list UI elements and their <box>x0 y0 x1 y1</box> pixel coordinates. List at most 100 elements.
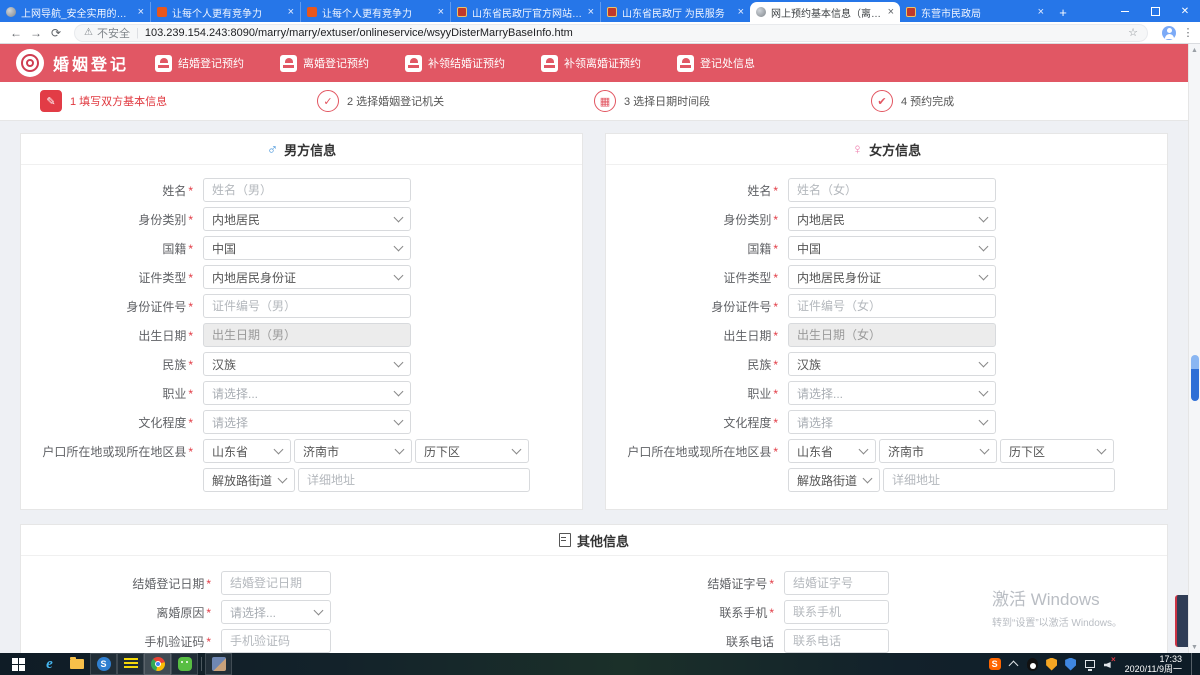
tab-close-icon[interactable]: × <box>888 6 894 18</box>
select-field[interactable]: 内地居民身份证 <box>788 265 996 289</box>
360-safe-icon[interactable] <box>1064 657 1078 671</box>
floating-side-widget[interactable] <box>1175 595 1188 647</box>
360-shield-icon[interactable] <box>1045 657 1059 671</box>
select-field[interactable]: 请选择 <box>203 410 411 434</box>
browser-tab[interactable]: 山东省民政厅 为民服务× <box>600 2 750 22</box>
scroll-up-icon[interactable]: ▲ <box>1189 44 1200 56</box>
reload-button[interactable]: ⟳ <box>46 26 66 40</box>
nav-item[interactable]: 离婚登记预约 <box>280 55 369 72</box>
text-input[interactable] <box>221 629 331 653</box>
taskbar-internet-explorer[interactable]: e <box>36 653 63 675</box>
text-input[interactable] <box>784 629 889 653</box>
select-field[interactable]: 内地居民 <box>788 207 996 231</box>
back-button[interactable]: ← <box>6 26 26 40</box>
select-field[interactable]: 请选择... <box>221 600 331 624</box>
taskbar-clock[interactable]: 17:33 2020/11/9周一 <box>1125 654 1182 675</box>
new-tab-button[interactable]: + <box>1050 2 1076 22</box>
select-field[interactable]: 解放路街道 <box>203 468 295 492</box>
browser-tab[interactable]: 让每个人更有竞争力× <box>150 2 300 22</box>
nav-item[interactable]: 登记处信息 <box>677 55 755 72</box>
text-input[interactable] <box>784 571 889 595</box>
scrollbar-thumb[interactable] <box>1191 355 1199 401</box>
select-field[interactable]: 中国 <box>788 236 996 260</box>
nav-item[interactable]: 补领离婚证预约 <box>541 55 641 72</box>
taskbar-wechat[interactable] <box>171 653 198 675</box>
field-controls: 山东省济南市历下区 <box>203 439 529 463</box>
nav-item[interactable]: 补领结婚证预约 <box>405 55 505 72</box>
qq-icon[interactable] <box>1026 657 1040 671</box>
hidden-icons-chevron-icon[interactable] <box>1007 657 1021 671</box>
select-value: 请选择 <box>797 414 833 431</box>
required-asterisk: * <box>206 577 211 591</box>
taskbar-file-explorer[interactable] <box>63 653 90 675</box>
select-field[interactable]: 内地居民身份证 <box>203 265 411 289</box>
wechat-icon <box>178 657 192 671</box>
text-input[interactable] <box>788 178 996 202</box>
browser-tab[interactable]: 让每个人更有竞争力× <box>300 2 450 22</box>
url-text[interactable]: 103.239.154.243:8090/marry/marry/extuser… <box>145 27 1122 39</box>
check-icon: ✓ <box>317 90 339 112</box>
select-field[interactable]: 汉族 <box>203 352 411 376</box>
browser-tab[interactable]: 上网导航_安全实用的网址大全× <box>0 2 150 22</box>
select-field[interactable]: 请选择... <box>788 381 996 405</box>
text-input[interactable] <box>784 600 889 624</box>
select-field[interactable]: 山东省 <box>788 439 876 463</box>
select-value: 山东省 <box>797 443 833 460</box>
select-value: 历下区 <box>1009 443 1045 460</box>
minimize-button[interactable] <box>1110 0 1140 22</box>
nav-item[interactable]: 结婚登记预约 <box>155 55 244 72</box>
maximize-button[interactable] <box>1140 0 1170 22</box>
tab-close-icon[interactable]: × <box>588 6 594 18</box>
text-input[interactable] <box>203 294 411 318</box>
select-field[interactable]: 历下区 <box>1000 439 1114 463</box>
taskbar-sogou-browser[interactable]: S <box>90 653 117 675</box>
select-field[interactable]: 请选择... <box>203 381 411 405</box>
select-field[interactable]: 济南市 <box>294 439 412 463</box>
forward-button[interactable]: → <box>26 26 46 40</box>
select-field[interactable]: 历下区 <box>415 439 529 463</box>
taskbar-chrome[interactable] <box>144 653 171 675</box>
select-field[interactable]: 山东省 <box>203 439 291 463</box>
text-input[interactable] <box>298 468 530 492</box>
text-input[interactable] <box>883 468 1115 492</box>
tab-close-icon[interactable]: × <box>738 6 744 18</box>
network-icon[interactable] <box>1083 657 1097 671</box>
close-button[interactable]: ✕ <box>1170 0 1200 22</box>
security-label[interactable]: 不安全 <box>97 25 130 41</box>
start-button[interactable] <box>0 653 36 675</box>
step-label: 2 选择婚姻登记机关 <box>347 93 444 109</box>
select-field[interactable]: 济南市 <box>879 439 997 463</box>
text-input[interactable] <box>203 178 411 202</box>
text-input[interactable] <box>221 571 331 595</box>
volume-muted-icon[interactable] <box>1102 657 1116 671</box>
tab-close-icon[interactable]: × <box>1038 6 1044 18</box>
browser-menu-icon[interactable]: ⋮ <box>1182 26 1194 39</box>
select-field[interactable]: 请选择 <box>788 410 996 434</box>
select-field[interactable]: 中国 <box>203 236 411 260</box>
show-desktop-button[interactable] <box>1191 653 1196 675</box>
logo-rings <box>21 54 39 72</box>
text-input[interactable] <box>788 294 996 318</box>
field-label: 结婚登记日期* <box>21 575 221 592</box>
required-asterisk: * <box>769 606 774 620</box>
tab-close-icon[interactable]: × <box>138 6 144 18</box>
sogou-input-icon[interactable]: S <box>988 657 1002 671</box>
tab-close-icon[interactable]: × <box>288 6 294 18</box>
profile-avatar[interactable] <box>1162 26 1176 40</box>
scroll-down-icon[interactable]: ▼ <box>1189 641 1200 653</box>
select-field[interactable]: 内地居民 <box>203 207 411 231</box>
address-bar[interactable]: ⚠ 不安全 | 103.239.154.243:8090/marry/marry… <box>74 24 1148 42</box>
chevron-down-icon <box>394 358 404 368</box>
select-field[interactable]: 解放路街道 <box>788 468 880 492</box>
taskbar-photos-app[interactable] <box>205 653 232 675</box>
browser-tab[interactable]: 东营市民政局× <box>900 2 1050 22</box>
bookmark-star-icon[interactable]: ☆ <box>1128 26 1138 39</box>
browser-tab[interactable]: 山东省民政厅官方网站 下载专区× <box>450 2 600 22</box>
tab-close-icon[interactable]: × <box>438 6 444 18</box>
page-scrollbar[interactable]: ▲ ▼ <box>1188 44 1200 653</box>
taskbar-notes-app[interactable] <box>117 653 144 675</box>
field-label: 离婚原因* <box>21 604 221 621</box>
field-label: 结婚证字号* <box>594 575 784 592</box>
select-field[interactable]: 汉族 <box>788 352 996 376</box>
browser-tab[interactable]: 网上预约基本信息（离婚）× <box>750 2 900 22</box>
